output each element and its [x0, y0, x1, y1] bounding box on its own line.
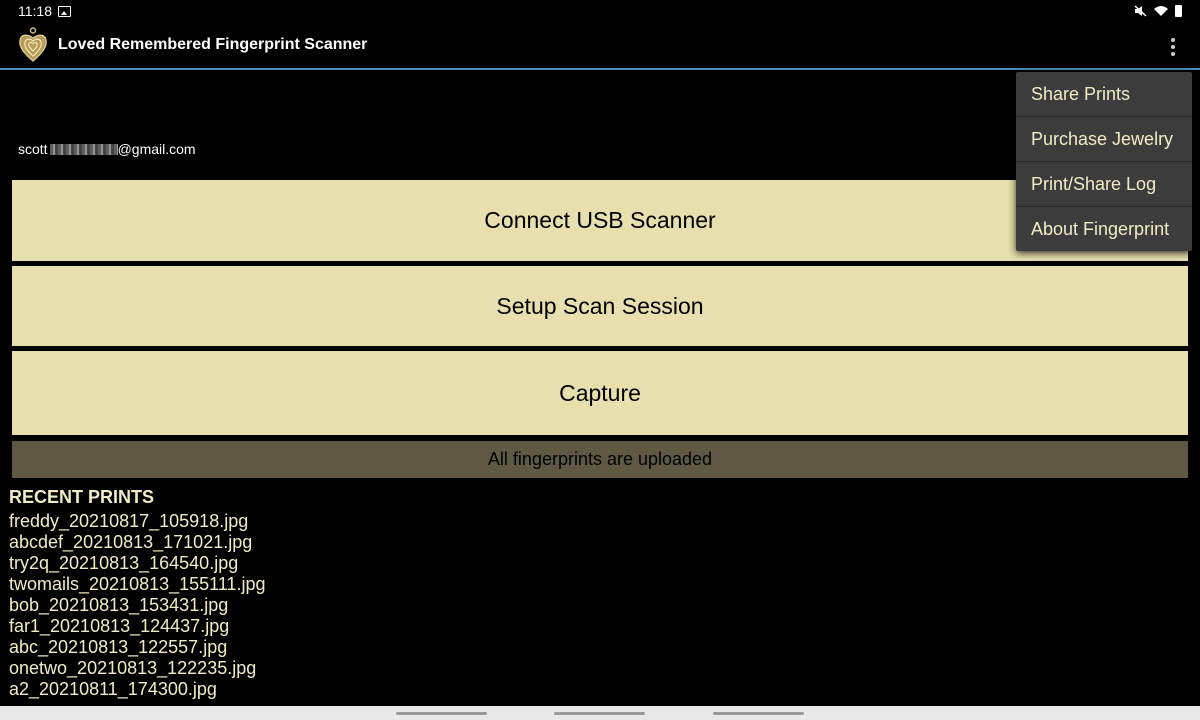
- battery-icon: [1175, 5, 1182, 17]
- status-right: [1134, 5, 1182, 17]
- nav-home-pill[interactable]: [554, 712, 645, 715]
- capture-button[interactable]: Capture: [12, 351, 1188, 435]
- app-bar: Loved Remembered Fingerprint Scanner: [0, 22, 1200, 70]
- status-left: 11:18: [18, 3, 71, 19]
- heart-fingerprint-pendant-icon: [19, 27, 47, 62]
- app-screen: 11:18 Loved Remembered Fingerprint Scann…: [0, 0, 1200, 720]
- recent-print-item[interactable]: far1_20210813_124437.jpg: [9, 616, 266, 637]
- recent-print-item[interactable]: freddy_20210817_105918.jpg: [9, 511, 266, 532]
- status-time: 11:18: [18, 3, 52, 19]
- system-nav-bar: [0, 706, 1200, 720]
- email-prefix: scott: [18, 141, 48, 157]
- recent-print-item[interactable]: a2_20210811_174300.jpg: [9, 679, 266, 700]
- app-title: Loved Remembered Fingerprint Scanner: [58, 36, 368, 53]
- account-email: scott @gmail.com: [18, 141, 196, 157]
- recent-print-item[interactable]: twomails_20210813_155111.jpg: [9, 574, 266, 595]
- wifi-icon: [1154, 6, 1168, 16]
- nav-back-pill[interactable]: [713, 712, 804, 715]
- menu-item-print-share-log[interactable]: Print/Share Log: [1016, 162, 1192, 207]
- recent-prints-header: RECENT PRINTS: [9, 487, 155, 507]
- recent-print-item[interactable]: try2q_20210813_164540.jpg: [9, 553, 266, 574]
- menu-item-share-prints[interactable]: Share Prints: [1016, 72, 1192, 117]
- overflow-menu: Share Prints Purchase Jewelry Print/Shar…: [1016, 72, 1192, 251]
- status-bar: 11:18: [0, 0, 1200, 22]
- setup-scan-session-button[interactable]: Setup Scan Session: [12, 266, 1188, 346]
- menu-item-purchase-jewelry[interactable]: Purchase Jewelry: [1016, 117, 1192, 162]
- recent-print-item[interactable]: onetwo_20210813_122235.jpg: [9, 658, 266, 679]
- recent-prints-list: freddy_20210817_105918.jpg abcdef_202108…: [9, 511, 266, 700]
- recent-print-item[interactable]: abc_20210813_122557.jpg: [9, 637, 266, 658]
- recent-print-item[interactable]: abcdef_20210813_171021.jpg: [9, 532, 266, 553]
- mute-icon: [1134, 5, 1147, 17]
- connect-usb-scanner-button[interactable]: Connect USB Scanner: [12, 180, 1188, 261]
- upload-status-banner: All fingerprints are uploaded: [12, 441, 1188, 478]
- image-icon: [58, 5, 71, 17]
- recent-print-item[interactable]: bob_20210813_153431.jpg: [9, 595, 266, 616]
- email-redaction: [49, 144, 118, 155]
- menu-item-about-fingerprint[interactable]: About Fingerprint: [1016, 207, 1192, 251]
- overflow-menu-icon[interactable]: [1170, 38, 1176, 56]
- nav-recents-pill[interactable]: [396, 712, 487, 715]
- email-suffix: @gmail.com: [117, 141, 196, 157]
